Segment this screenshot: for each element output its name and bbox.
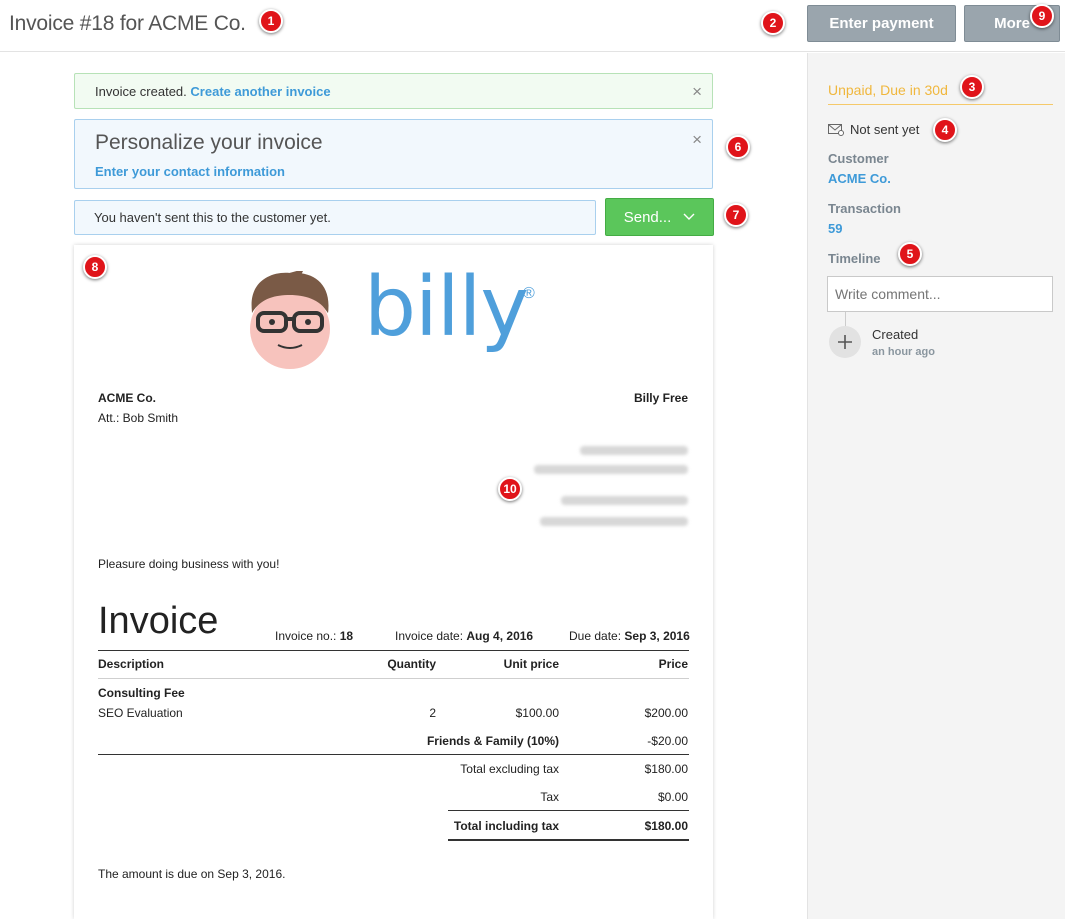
blurred-detail (534, 465, 688, 474)
column-description: Description (98, 657, 165, 671)
line-item-price: $200.00 (644, 706, 688, 720)
discount-value: -$20.00 (647, 734, 688, 748)
line-group-title: Consulting Fee (98, 686, 185, 700)
divider (98, 754, 689, 755)
sender-name: Billy Free (633, 391, 688, 405)
blurred-detail (561, 496, 688, 505)
line-item-unit-price: $100.00 (515, 706, 559, 720)
contact-info-link[interactable]: Enter your contact information (95, 164, 285, 179)
callout-marker: 10 (498, 477, 522, 501)
send-state: Not sent yet (828, 122, 919, 137)
invoice-date: Invoice date: Aug 4, 2016 (395, 629, 534, 643)
not-sent-notice: You haven't sent this to the customer ye… (74, 200, 596, 235)
divider (98, 650, 689, 651)
divider (448, 839, 689, 841)
invoice-heading: Invoice (98, 600, 219, 642)
personalize-title: Personalize your invoice (95, 131, 323, 154)
close-icon[interactable]: × (692, 131, 702, 148)
callout-marker: 7 (724, 203, 748, 227)
invoice-created-alert: Invoice created. Create another invoice … (74, 73, 713, 109)
timeline-event-title: Created (872, 327, 919, 342)
due-note: The amount is due on Sep 3, 2016. (98, 867, 286, 881)
callout-marker: 6 (726, 135, 750, 159)
divider (98, 678, 689, 679)
billy-avatar-logo (250, 271, 330, 369)
column-price: Price (658, 657, 688, 671)
timeline-event-marker (829, 326, 861, 358)
comment-input[interactable] (827, 276, 1053, 312)
page-title: Invoice #18 for ACME Co. (9, 12, 246, 35)
customer-label: Customer (828, 151, 889, 166)
envelope-icon (828, 123, 844, 136)
invoice-sidebar: Unpaid, Due in 30d Not sent yet Customer… (807, 53, 1065, 919)
registered-mark: ® (523, 285, 535, 302)
billy-wordmark: billy (364, 260, 529, 355)
column-quantity: Quantity (387, 657, 436, 671)
customer-attention: Att.: Bob Smith (98, 411, 179, 425)
payment-status: Unpaid, Due in 30d (828, 82, 1053, 105)
send-label: Send... (623, 208, 672, 226)
callout-marker: 2 (761, 11, 785, 35)
greeting-text: Pleasure doing business with you! (98, 557, 280, 571)
total-label: Total including tax (453, 819, 559, 833)
discount-label: Friends & Family (10%) (426, 734, 559, 748)
personalize-panel: Personalize your invoice Enter your cont… (74, 119, 713, 189)
close-icon[interactable]: × (692, 83, 702, 100)
subtotal-label: Total excluding tax (460, 762, 559, 776)
callout-marker: 1 (259, 9, 283, 33)
line-item-description: SEO Evaluation (98, 706, 183, 720)
transaction-label: Transaction (828, 201, 901, 216)
column-unit-price: Unit price (503, 657, 559, 671)
tax-value: $0.00 (657, 790, 688, 804)
customer-name: ACME Co. (98, 391, 156, 405)
line-item-quantity: 2 (429, 706, 436, 720)
send-state-label: Not sent yet (850, 122, 920, 137)
timeline-event-time: an hour ago (872, 346, 935, 358)
alert-text: Invoice created. (95, 84, 187, 99)
transaction-link[interactable]: 59 (828, 221, 842, 236)
total-value: $180.00 (644, 819, 688, 833)
callout-marker: 4 (933, 118, 957, 142)
chevron-down-icon (683, 213, 695, 220)
enter-payment-button[interactable]: Enter payment (807, 5, 956, 42)
invoice-document: billy ® ACME Co. Att.: Bob Smith Billy F… (74, 245, 713, 919)
callout-marker: 3 (960, 75, 984, 99)
callout-marker: 5 (898, 242, 922, 266)
callout-marker: 9 (1030, 4, 1054, 28)
plus-icon (838, 335, 852, 349)
blurred-detail (580, 446, 688, 455)
divider (448, 810, 689, 811)
invoice-number: Invoice no.: 18 (275, 629, 354, 643)
subtotal-value: $180.00 (644, 762, 688, 776)
callout-marker: 8 (83, 255, 107, 279)
customer-link[interactable]: ACME Co. (828, 171, 891, 186)
timeline-label: Timeline (828, 251, 881, 266)
send-button[interactable]: Send... (605, 198, 714, 236)
top-bar: Invoice #18 for ACME Co. Enter payment M… (0, 0, 1065, 52)
create-another-invoice-link[interactable]: Create another invoice (190, 84, 330, 99)
blurred-detail (540, 517, 688, 526)
tax-label: Tax (540, 790, 559, 804)
invoice-due-date: Due date: Sep 3, 2016 (569, 629, 690, 643)
